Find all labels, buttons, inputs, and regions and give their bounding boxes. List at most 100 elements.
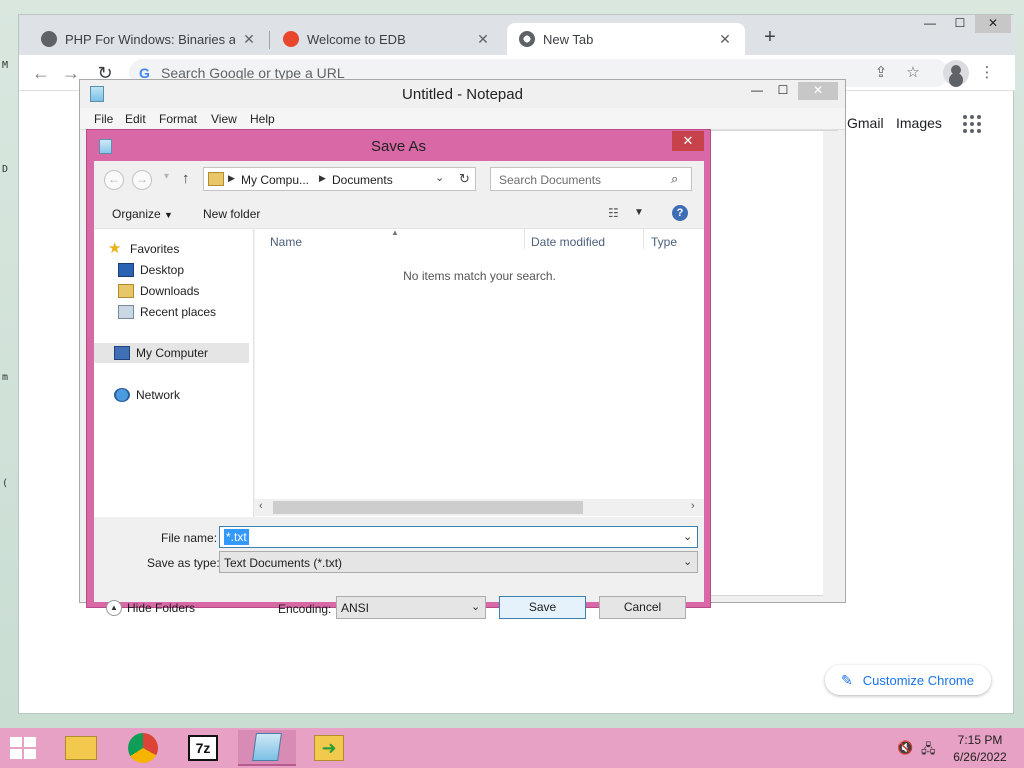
minimize-button[interactable]: —: [915, 15, 945, 33]
menu-file[interactable]: File: [94, 112, 113, 126]
file-name-label: File name:: [161, 531, 218, 545]
empty-message: No items match your search.: [403, 269, 556, 283]
chevron-down-icon[interactable]: ⌄: [683, 555, 692, 568]
cancel-button[interactable]: Cancel: [599, 596, 686, 619]
close-icon[interactable]: ✕: [475, 31, 491, 48]
breadcrumb-chevron-icon[interactable]: ▶: [319, 173, 326, 184]
view-options-icon[interactable]: ☷: [608, 206, 619, 220]
forward-icon[interactable]: →: [132, 170, 152, 190]
customize-chrome-button[interactable]: ✎ Customize Chrome: [825, 665, 991, 695]
search-input[interactable]: Search Documents ⌕: [490, 167, 692, 191]
address-bar[interactable]: ▶ My Compu... ▶ Documents ⌄: [203, 167, 476, 191]
scroll-left-icon[interactable]: ‹: [259, 500, 263, 512]
tree-item-favorites[interactable]: ★ Favorites: [108, 239, 179, 259]
bookmark-star-icon[interactable]: ☆: [903, 63, 923, 83]
close-button[interactable]: ✕: [798, 82, 838, 100]
tab-new-tab[interactable]: New Tab ✕: [507, 23, 745, 55]
close-icon[interactable]: ✕: [717, 31, 733, 48]
gmail-link[interactable]: Gmail: [847, 115, 884, 131]
desktop-icon-edge[interactable]: D: [2, 164, 8, 175]
taskbar-file-explorer[interactable]: [52, 730, 110, 766]
profile-avatar[interactable]: [943, 60, 969, 86]
menu-edit[interactable]: Edit: [125, 112, 146, 126]
tab-separator: [269, 31, 270, 49]
volume-muted-icon[interactable]: 🔇: [897, 740, 913, 756]
tree-item-desktop[interactable]: Desktop: [118, 260, 184, 280]
chevron-down-icon[interactable]: ⌄: [435, 171, 444, 184]
star-icon: ★: [108, 240, 122, 257]
recent-locations-icon[interactable]: ▾: [164, 171, 169, 182]
refresh-icon[interactable]: ↻: [454, 167, 476, 191]
scrollbar-thumb[interactable]: [273, 501, 583, 514]
google-apps-icon[interactable]: [963, 115, 981, 133]
column-header-name[interactable]: Name: [270, 235, 302, 249]
file-name-field[interactable]: *.txt ⌄: [219, 526, 698, 548]
taskbar-chrome[interactable]: [114, 730, 172, 766]
column-separator[interactable]: [524, 229, 525, 249]
taskbar: 7z ➜ 🔇 🖧 7:15 PM 6/26/2022: [0, 728, 1024, 768]
network-tray-icon[interactable]: 🖧: [921, 740, 936, 762]
organize-label: Organize: [112, 207, 161, 221]
taskbar-notepad[interactable]: [238, 730, 296, 766]
new-folder-button[interactable]: New folder: [203, 207, 260, 221]
save-button[interactable]: Save: [499, 596, 586, 619]
chevron-down-icon[interactable]: ⌄: [471, 600, 480, 613]
chevron-down-icon[interactable]: ▼: [634, 207, 644, 218]
menu-view[interactable]: View: [211, 112, 237, 126]
breadcrumb-chevron-icon[interactable]: ▶: [228, 173, 235, 184]
minimize-button[interactable]: —: [744, 82, 770, 100]
tree-label: Network: [136, 388, 181, 402]
tab-strip: PHP For Windows: Binaries and s ✕ Welcom…: [19, 15, 1015, 55]
search-icon: ⌕: [671, 171, 679, 186]
tree-item-downloads[interactable]: Downloads: [118, 281, 199, 301]
encoding-label: Encoding:: [278, 602, 332, 616]
clock-time[interactable]: 7:15 PM: [940, 733, 1020, 747]
tree-item-my-computer[interactable]: My Computer: [94, 343, 249, 363]
search-placeholder: Search Documents: [499, 173, 602, 187]
chevron-down-icon: ▼: [164, 210, 173, 220]
globe-icon: [41, 31, 57, 47]
back-icon[interactable]: ←: [27, 59, 55, 87]
tree-item-network[interactable]: Network: [114, 385, 180, 405]
organize-button[interactable]: Organize ▼: [112, 207, 173, 221]
desktop-icon-edge[interactable]: m: [2, 372, 8, 383]
maximize-button[interactable]: ☐: [770, 82, 796, 100]
close-button[interactable]: ✕: [672, 131, 704, 151]
save-as-type-select[interactable]: Text Documents (*.txt) ⌄: [219, 551, 698, 573]
menu-help[interactable]: Help: [250, 112, 275, 126]
close-icon[interactable]: ✕: [241, 31, 257, 48]
tree-item-recent-places[interactable]: Recent places: [118, 302, 216, 322]
start-button[interactable]: [10, 737, 38, 761]
tab-php[interactable]: PHP For Windows: Binaries and s ✕: [29, 23, 269, 55]
taskbar-7zip[interactable]: 7z: [174, 730, 232, 766]
close-button[interactable]: ✕: [975, 15, 1011, 33]
navigation-bar: ← → ▾ ↑ ▶ My Compu... ▶ Documents ⌄ ↻ Se…: [94, 161, 704, 199]
chevron-down-icon[interactable]: ⌄: [683, 530, 692, 543]
encoding-select[interactable]: ANSI ⌄: [336, 596, 486, 619]
vertical-scrollbar[interactable]: [823, 131, 839, 597]
tab-edb[interactable]: Welcome to EDB ✕: [271, 23, 503, 55]
up-arrow-icon[interactable]: ↑: [182, 170, 190, 187]
column-header-type[interactable]: Type: [651, 235, 677, 249]
help-icon[interactable]: ?: [672, 205, 688, 221]
column-header-date-modified[interactable]: Date modified: [531, 235, 605, 249]
maximize-button[interactable]: ☐: [945, 15, 975, 33]
hide-folders-button[interactable]: ▲ Hide Folders: [106, 600, 195, 616]
clock-date[interactable]: 6/26/2022: [940, 750, 1020, 764]
scroll-right-icon[interactable]: ›: [691, 500, 695, 512]
breadcrumb-documents[interactable]: Documents: [332, 173, 393, 187]
arrow-app-icon: ➜: [314, 735, 344, 761]
taskbar-app[interactable]: ➜: [300, 730, 358, 766]
share-icon[interactable]: ⇪: [871, 63, 891, 83]
desktop-icon-edge[interactable]: M: [2, 60, 8, 71]
desktop-icon-edge[interactable]: (: [2, 478, 8, 489]
horizontal-scrollbar[interactable]: ‹ ›: [255, 499, 704, 516]
back-icon[interactable]: ←: [104, 170, 124, 190]
breadcrumb-my-computer[interactable]: My Compu...: [241, 173, 309, 187]
menu-kebab-icon[interactable]: ⋮: [977, 63, 997, 83]
menu-format[interactable]: Format: [159, 112, 197, 126]
new-tab-button[interactable]: +: [757, 25, 783, 51]
column-separator[interactable]: [643, 229, 644, 249]
notepad-title-bar[interactable]: Untitled - Notepad — ☐ ✕: [80, 80, 845, 108]
images-link[interactable]: Images: [896, 115, 942, 131]
